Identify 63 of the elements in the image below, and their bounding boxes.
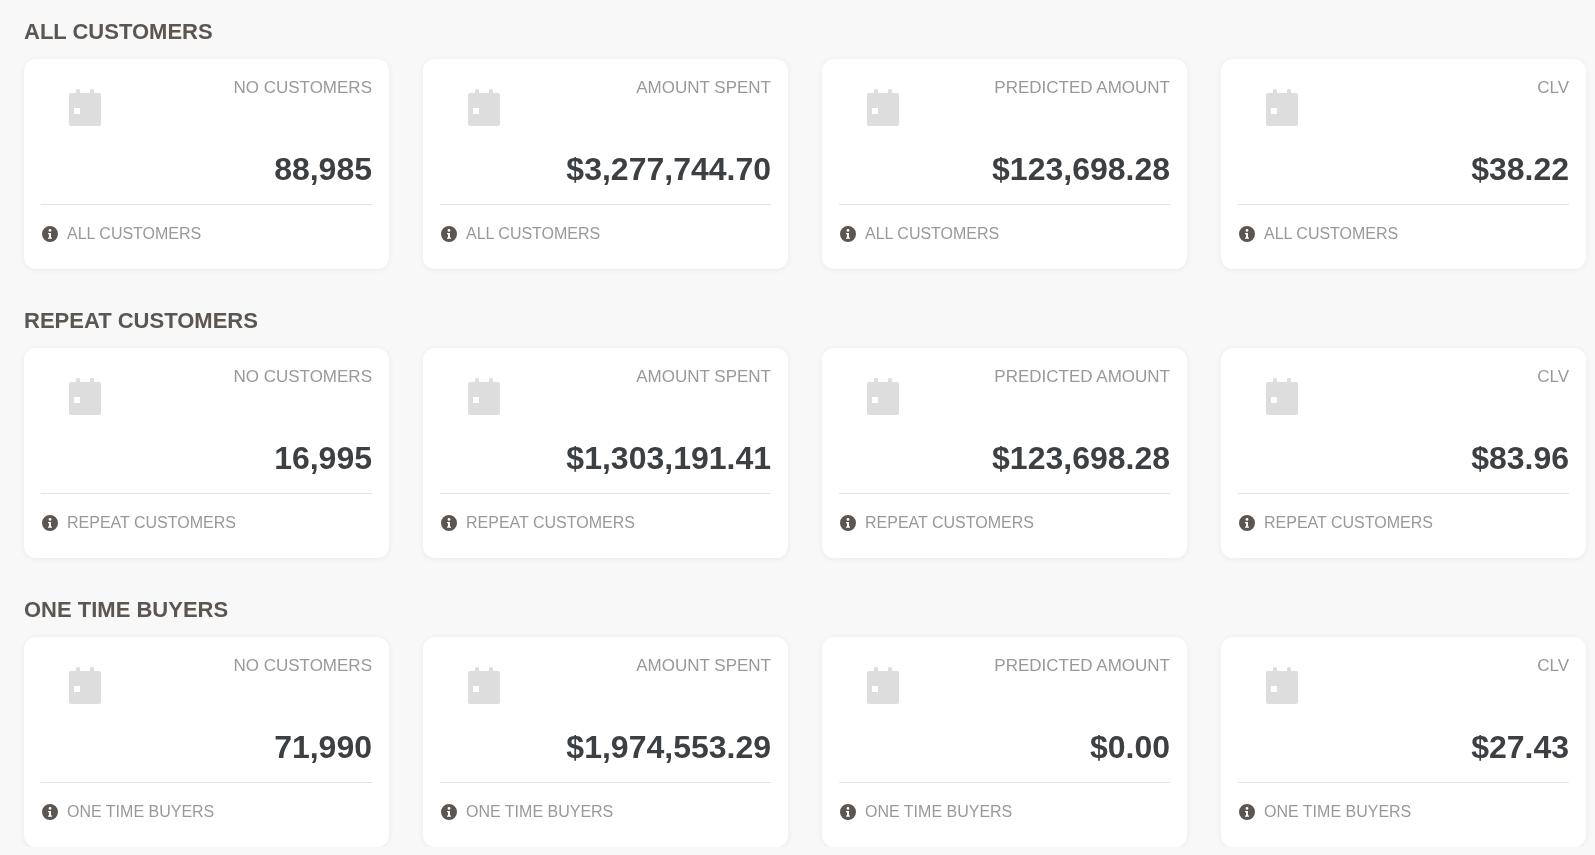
card-label: CLV	[1537, 77, 1569, 98]
card-value: $83.96	[1471, 439, 1569, 477]
info-icon	[840, 515, 856, 531]
card-footer-text: ALL CUSTOMERS	[865, 224, 1000, 244]
section-title: ALL CUSTOMERS	[24, 19, 213, 45]
calendar-icon	[468, 378, 500, 415]
calendar-icon	[468, 89, 500, 126]
calendar-icon	[867, 89, 899, 126]
card-footer-text: ONE TIME BUYERS	[865, 802, 1013, 822]
calendar-icon	[69, 378, 101, 415]
calendar-icon	[468, 667, 500, 704]
card-footer-text: REPEAT CUSTOMERS	[466, 513, 635, 533]
card-value: $1,974,553.29	[566, 728, 771, 766]
card-value: $123,698.28	[992, 439, 1170, 477]
card-label: AMOUNT SPENT	[636, 655, 771, 676]
card-value: $38.22	[1471, 150, 1569, 188]
info-icon	[42, 226, 58, 242]
info-icon	[1239, 804, 1255, 820]
info-icon	[441, 226, 457, 242]
card-footer-text: ONE TIME BUYERS	[1264, 802, 1412, 822]
card-value: 71,990	[274, 728, 372, 766]
card-footer-text: ALL CUSTOMERS	[466, 224, 601, 244]
info-icon	[42, 804, 58, 820]
calendar-icon	[1266, 378, 1298, 415]
card-label: NO CUSTOMERS	[233, 77, 372, 98]
calendar-icon	[69, 89, 101, 126]
calendar-icon	[1266, 667, 1298, 704]
section-title: ONE TIME BUYERS	[24, 597, 229, 623]
card-label: PREDICTED AMOUNT	[994, 77, 1170, 98]
calendar-icon	[1266, 89, 1298, 126]
card-label: CLV	[1537, 366, 1569, 387]
info-icon	[840, 804, 856, 820]
card-label: NO CUSTOMERS	[233, 366, 372, 387]
info-icon	[441, 515, 457, 531]
card-footer-text: REPEAT CUSTOMERS	[1264, 513, 1433, 533]
info-icon	[441, 804, 457, 820]
card-value: 16,995	[274, 439, 372, 477]
card-footer-text: ALL CUSTOMERS	[1264, 224, 1399, 244]
calendar-icon	[867, 378, 899, 415]
card-label: AMOUNT SPENT	[636, 77, 771, 98]
card-footer-text: ONE TIME BUYERS	[67, 802, 215, 822]
calendar-icon	[867, 667, 899, 704]
info-icon	[840, 226, 856, 242]
card-value: $123,698.28	[992, 150, 1170, 188]
card-label: PREDICTED AMOUNT	[994, 655, 1170, 676]
card-value: $1,303,191.41	[566, 439, 771, 477]
card-value: $3,277,744.70	[566, 150, 771, 188]
card-label: AMOUNT SPENT	[636, 366, 771, 387]
card-label: PREDICTED AMOUNT	[994, 366, 1170, 387]
section-title: REPEAT CUSTOMERS	[24, 308, 258, 334]
info-icon	[1239, 515, 1255, 531]
card-value: $27.43	[1471, 728, 1569, 766]
card-footer-text: REPEAT CUSTOMERS	[67, 513, 236, 533]
card-footer-text: REPEAT CUSTOMERS	[865, 513, 1034, 533]
info-icon	[1239, 226, 1255, 242]
card-footer-text: ALL CUSTOMERS	[67, 224, 202, 244]
calendar-icon	[69, 667, 101, 704]
card-value: $0.00	[1089, 728, 1170, 766]
card-footer-text: ONE TIME BUYERS	[466, 802, 614, 822]
info-icon	[42, 515, 58, 531]
card-label: CLV	[1537, 655, 1569, 676]
card-label: NO CUSTOMERS	[233, 655, 372, 676]
card-value: 88,985	[274, 150, 372, 188]
